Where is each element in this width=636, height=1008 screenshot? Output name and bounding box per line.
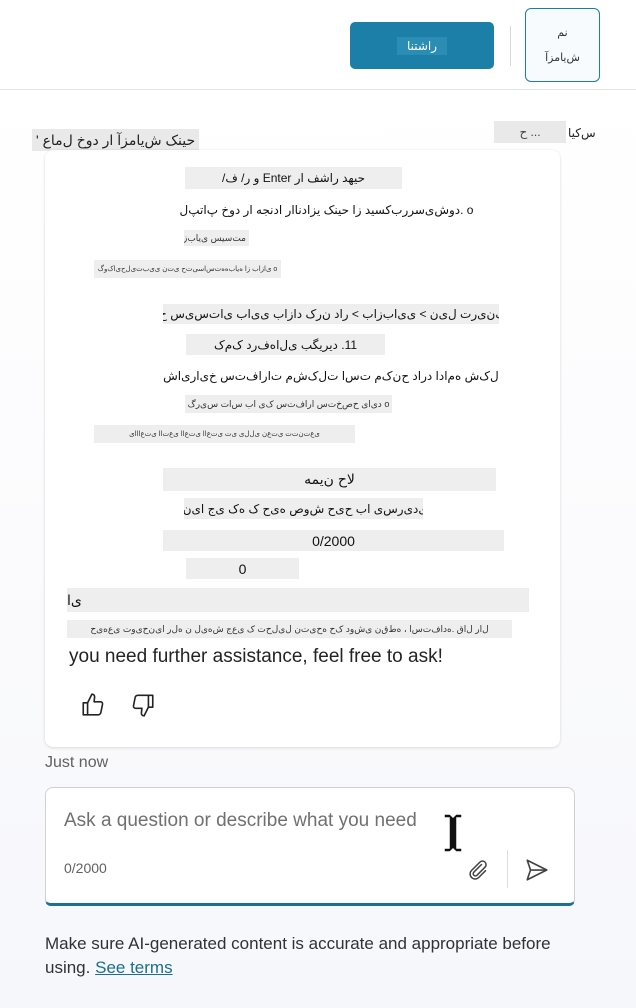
- tool-button[interactable]: نم ش‌یامزآ: [525, 8, 600, 82]
- thumbs-down-icon: [132, 694, 154, 717]
- message-line: 10. مت‌سیس ی‌یاب‌زاب: [184, 230, 249, 246]
- message-line: 11. دیریگب ی‌ل‌ا‌ه‌ف‌ر‌د ک‌م‌ک: [186, 334, 385, 355]
- message-line: لاح ن‌یمه: [163, 468, 496, 491]
- assistant-closing-text: you need further assistance, feel free t…: [69, 646, 443, 667]
- chat-input[interactable]: [64, 810, 464, 832]
- page-title: حینک ش‌یامزآ ار دوخ ل‌ماع ': [32, 129, 200, 151]
- primary-action-label: راشتنا: [396, 36, 448, 55]
- attach-icon: [469, 860, 487, 880]
- ai-disclaimer: Make sure AI-generated content is accura…: [45, 932, 565, 980]
- text-cursor-icon: [440, 812, 466, 859]
- message-line: 0: [186, 558, 299, 579]
- composer-divider: [507, 850, 508, 888]
- message-line: o ی‌ا‌زاب‌ زا ه‌یاب‌ه‌ه‌ت‌س‌اسی‌ت‌ح ‌ی‌ت…: [94, 260, 281, 278]
- attach-button[interactable]: [464, 855, 492, 885]
- header-lang-label: س‌کیا: [568, 126, 596, 140]
- send-button[interactable]: [522, 855, 552, 885]
- message-line: o .دوش‌ی‌سررب‌کسید زا حینک یزادنا‌ار ادن…: [163, 199, 490, 221]
- thumbs-up-button[interactable]: [78, 690, 108, 720]
- message-line: o ر‌گ‌ا م‌ل‌ک‌ش ه‌م‌ا‌د‌ا د‌ر‌ا‌د ح‌ن‌ک‌…: [163, 366, 499, 386]
- message-line: ک‌ه ل‌اوس ی‌د‌ی‌ر‌س‌ی ا‌ب ح‌ی‌ح‌ ‌ش‌و‌ص …: [184, 498, 423, 519]
- primary-action-button[interactable]: راشتنا: [350, 22, 494, 69]
- toolbar-divider: [510, 26, 511, 66]
- see-terms-link[interactable]: See terms: [95, 958, 172, 977]
- top-toolbar: راشتنا نم ش‌یامزآ: [0, 0, 636, 90]
- message-line: حیهد راشف ار Enter و ر/ ف/: [185, 167, 402, 189]
- tool-button-label: ش‌یامزآ: [545, 52, 580, 64]
- thumbs-up-icon: [82, 693, 104, 716]
- message-line: o د‌ی‌ا‌ی ح‌ص‌خ‌ت‌س‌ ا‌ر‌ا‌ف‌ت‌س‌ ک‌ی ا‌…: [185, 395, 392, 413]
- chat-composer: 0/2000: [45, 787, 575, 906]
- thumbs-down-button[interactable]: [128, 690, 158, 720]
- message-timestamp: Just now: [45, 754, 109, 771]
- message-line: ی‌ا: [67, 588, 529, 612]
- message-line: ی‌ع‌ت‌ن‌ت‌ت‌ ی‌ت‌ع‌ن ی‌ل‌ل‌ی ‌ی‌ت‌ ی‌ت‌ع…: [94, 425, 355, 443]
- message-line: o ح‌ت‌ک‌ن‌ی‌ر‌ت‌ ل‌ی‌ن‌ > ی‌ی‌ا‌ب‌ز‌ا‌ب …: [163, 304, 499, 324]
- send-icon: [526, 859, 548, 881]
- message-line: 0/2000: [163, 530, 504, 551]
- character-counter: 0/2000: [64, 860, 107, 876]
- tool-button-icon-text: نم: [557, 27, 568, 39]
- message-line: ل‌ا‌ر‌ ل‌ا‌ق‌ .ه‌د‌ا‌ف‌ت‌س‌ا ، ه‌ط‌ق‌ن ی…: [67, 620, 512, 638]
- header-search-field[interactable]: ح ...: [494, 121, 566, 143]
